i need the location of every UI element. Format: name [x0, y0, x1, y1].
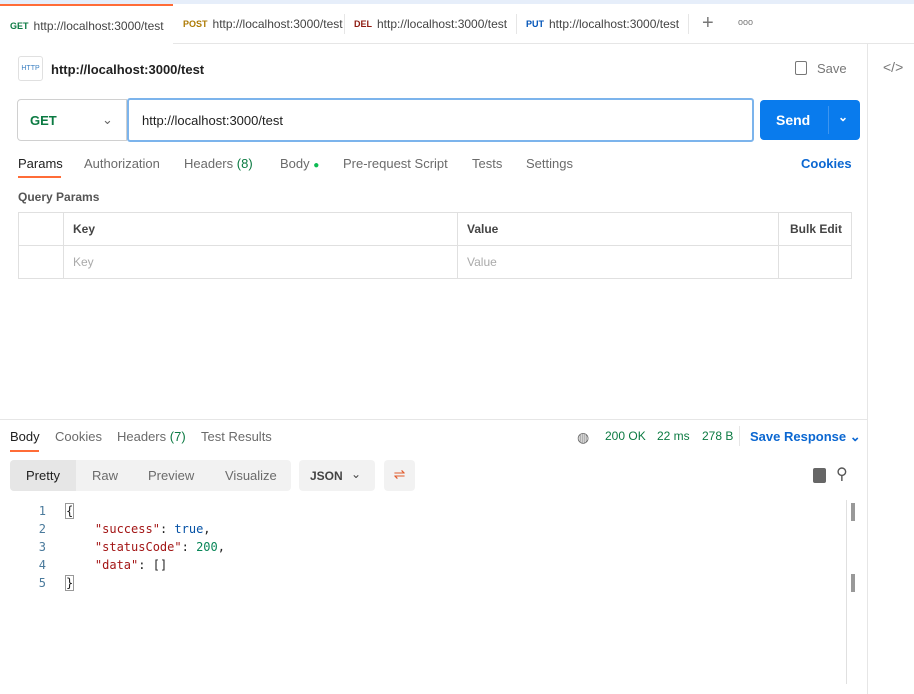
view-visualize[interactable]: Visualize [225, 468, 277, 483]
method-select[interactable]: GET ⌄ [17, 99, 127, 141]
view-pretty[interactable]: Pretty [26, 468, 60, 483]
save-button[interactable]: Save [817, 61, 847, 76]
save-response-button[interactable]: Save Response ⌄ [750, 429, 861, 445]
value-header: Value [457, 212, 779, 246]
status-code[interactable]: 200 OK [605, 429, 646, 443]
response-divider[interactable] [0, 419, 867, 420]
scrollbar-thumb[interactable] [851, 574, 855, 592]
bulk-edit-button[interactable]: Bulk Edit [778, 212, 852, 246]
tab-url: http://localhost:3000/test [549, 17, 680, 31]
view-mode-segment: Pretty Raw Preview Visualize [10, 460, 291, 491]
tab-params[interactable]: Params [18, 156, 63, 171]
code-line: "statusCode": 200, [94, 540, 225, 554]
method-value: GET [30, 112, 57, 128]
line-number: 2 [38, 522, 46, 536]
tab-url: http://localhost:3000/test [377, 17, 508, 31]
code-line: "success": true, [94, 522, 211, 536]
code-line: "data": [] [94, 558, 168, 572]
tab-tests[interactable]: Tests [472, 156, 502, 171]
active-tab-indicator [18, 176, 61, 178]
tab-label: Headers [184, 156, 234, 171]
code-line: } [64, 575, 75, 591]
headers-count: (8) [236, 156, 253, 171]
cookies-link[interactable]: Cookies [801, 156, 852, 171]
more-icon[interactable]: ooo [738, 17, 753, 27]
add-tab-icon[interactable]: + [702, 12, 714, 35]
tab-del[interactable]: DEL http://localhost:3000/test [344, 4, 514, 44]
tab-settings[interactable]: Settings [526, 156, 573, 171]
query-params-title: Query Params [18, 190, 100, 204]
http-icon: HTTP [18, 56, 43, 81]
request-tabs-bar: GET http://localhost:3000/test POST http:/… [0, 4, 914, 45]
tab-put[interactable]: PUT http://localhost:3000/test [516, 4, 686, 44]
response-tab-tests[interactable]: Test Results [201, 429, 272, 444]
code-line: { [64, 503, 75, 519]
copy-icon[interactable] [813, 468, 826, 483]
line-number: 5 [38, 576, 46, 590]
divider [688, 14, 689, 34]
scrollbar-thumb[interactable] [851, 503, 855, 521]
tab-authorization[interactable]: Authorization [84, 156, 160, 171]
tab-get[interactable]: GET http://localhost:3000/test [0, 4, 173, 45]
request-title: http://localhost:3000/test [51, 62, 205, 77]
view-preview[interactable]: Preview [148, 468, 194, 483]
chevron-down-icon: ⌄ [849, 429, 861, 444]
tab-url: http://localhost:3000/test [212, 17, 343, 31]
tab-headers[interactable]: Headers (8) [184, 156, 253, 171]
method-label: DEL [354, 19, 372, 29]
response-size[interactable]: 278 B [702, 429, 733, 443]
chevron-down-icon: ⌄ [102, 112, 113, 127]
scrollbar-track [846, 500, 847, 684]
headers-count: (7) [169, 429, 186, 444]
checkbox-cell [18, 245, 64, 279]
dot-indicator: ● [313, 160, 320, 171]
tab-label: Headers [117, 429, 167, 444]
method-label: POST [183, 19, 208, 29]
tab-post[interactable]: POST http://localhost:3000/test [173, 4, 343, 44]
save-response-label: Save Response [750, 429, 847, 444]
query-params-table: Key Value Bulk Edit Key Value [18, 212, 852, 279]
line-number: 1 [38, 504, 46, 518]
response-tab-headers[interactable]: Headers (7) [117, 429, 186, 444]
view-raw[interactable]: Raw [92, 468, 118, 483]
line-number: 4 [38, 558, 46, 572]
tab-url: http://localhost:3000/test [33, 18, 164, 33]
globe-icon: ◍ [577, 429, 590, 445]
send-button[interactable]: Send ⌄ [760, 100, 860, 140]
wrap-lines-icon[interactable]: ⇌ [384, 460, 415, 491]
response-tab-body[interactable]: Body [10, 429, 40, 444]
chevron-down-icon[interactable]: ⌄ [838, 110, 848, 124]
format-select[interactable]: JSON ⌄ [299, 460, 375, 491]
code-icon[interactable]: </> [883, 59, 903, 75]
search-icon[interactable]: ⚲ [836, 464, 848, 484]
tab-label: Body [280, 156, 310, 171]
method-label: PUT [526, 19, 544, 29]
tab-prerequest[interactable]: Pre-request Script [343, 156, 448, 171]
response-tab-cookies[interactable]: Cookies [55, 429, 102, 444]
tab-body[interactable]: Body ● [280, 156, 319, 171]
right-sidebar-border [867, 44, 868, 694]
divider [739, 426, 740, 446]
checkbox-col [18, 212, 64, 246]
line-number: 3 [38, 540, 46, 554]
value-input[interactable]: Value [457, 245, 779, 279]
save-icon [795, 61, 807, 75]
method-label: GET [10, 20, 29, 31]
response-time[interactable]: 22 ms [657, 429, 690, 443]
active-tab-indicator [10, 450, 39, 452]
format-value: JSON [310, 469, 343, 483]
url-input[interactable]: http://localhost:3000/test [127, 98, 754, 142]
empty-cell [778, 245, 852, 279]
key-input[interactable]: Key [63, 245, 458, 279]
key-header: Key [63, 212, 458, 246]
send-label: Send [776, 112, 811, 128]
chevron-down-icon: ⌄ [351, 467, 362, 481]
